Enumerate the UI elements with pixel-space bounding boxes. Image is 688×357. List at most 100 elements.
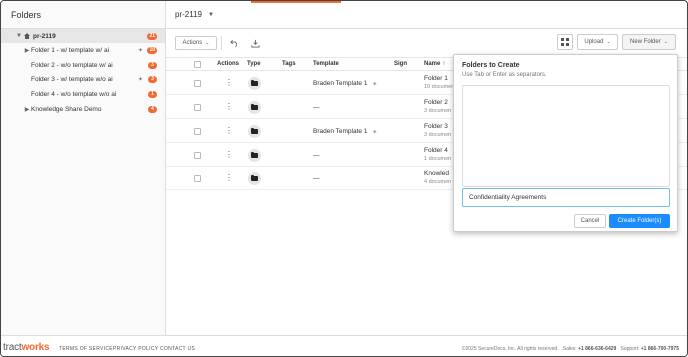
terms-of-service-link[interactable]: TERMS OF SERVICE: [59, 346, 113, 352]
tree-item-label: Knowledge Share Demo: [31, 105, 102, 113]
count-badge: 1: [148, 90, 157, 98]
toolbar-divider: [221, 36, 222, 50]
template-cell: —: [313, 152, 320, 159]
new-folder-button[interactable]: New Folder ⌄: [622, 34, 676, 50]
chevron-down-icon: ⌄: [205, 40, 210, 46]
column-header-type[interactable]: Type: [247, 61, 261, 67]
document-count: 1 documen: [424, 156, 452, 162]
row-checkbox[interactable]: [194, 104, 201, 111]
tree-item-label: Folder 1 - w/ template w/ ai: [31, 46, 110, 54]
undo-button[interactable]: [226, 36, 243, 50]
actions-button[interactable]: Actions ⌄: [175, 36, 217, 50]
folder-icon: [248, 125, 261, 138]
cancel-button[interactable]: Cancel: [574, 214, 606, 228]
tree-item-folder-2[interactable]: Folder 2 - w/o template w/ ai 3: [1, 58, 165, 72]
folder-icon: [248, 149, 261, 162]
download-icon: [251, 39, 260, 48]
template-cell: Braden Template 1: [313, 128, 368, 135]
chevron-down-icon: ⌄: [663, 39, 668, 45]
count-badge: 3: [148, 61, 157, 69]
folder-name-input[interactable]: Confidentiality Agreements: [462, 188, 670, 207]
caret-down-icon[interactable]: ▼: [15, 33, 23, 39]
column-header-tags[interactable]: Tags: [282, 61, 296, 67]
support-phone: +1 866-700-7975: [640, 346, 679, 352]
count-badge: 3: [148, 75, 157, 83]
tree-item-label: Folder 3 - w/ template w/o ai: [31, 75, 113, 83]
folder-icon: [248, 77, 261, 90]
kebab-menu-icon[interactable]: ⋮: [225, 103, 233, 111]
upload-label: Upload: [584, 39, 604, 45]
grid-icon: [561, 38, 569, 46]
count-badge: 10: [147, 46, 157, 54]
copyright-text: ©2025 SecureDocs, Inc. All rights reserv…: [461, 346, 559, 352]
create-folders-button[interactable]: Create Folder(s): [609, 214, 670, 228]
chevron-down-icon: ⌄: [606, 39, 611, 45]
row-checkbox[interactable]: [194, 128, 201, 135]
folder-names-textarea[interactable]: [462, 85, 670, 187]
new-folder-popover: Folders to Create Use Tab or Enter as se…: [453, 54, 678, 232]
upload-button[interactable]: Upload ⌄: [577, 34, 618, 50]
kebab-menu-icon[interactable]: ⋮: [225, 127, 233, 135]
column-header-name[interactable]: Name ↑: [424, 61, 445, 67]
logo-prefix: tract: [3, 342, 22, 353]
count-badge: 4: [148, 105, 157, 113]
tree-item-pr-2119[interactable]: ▼ pr-2119 21: [1, 29, 165, 43]
caret-right-icon[interactable]: ▶: [23, 106, 31, 113]
main-header: pr-2119 ▼: [166, 1, 687, 29]
actions-label: Actions: [182, 40, 203, 46]
sort-up-icon: ↑: [442, 61, 446, 67]
kebab-menu-icon[interactable]: ⋮: [225, 151, 233, 159]
new-folder-label: New Folder: [630, 39, 661, 45]
row-checkbox[interactable]: [194, 80, 201, 87]
sales-phone: +1 866-636-6429: [578, 346, 617, 352]
chevron-down-icon[interactable]: ▼: [208, 12, 214, 18]
kebab-menu-icon[interactable]: ⋮: [225, 79, 233, 87]
tree-item-label: Folder 4 - w/o template w/o ai: [31, 90, 117, 98]
document-count: 3 documen: [424, 132, 452, 138]
tree-item-label: pr-2119: [33, 32, 56, 40]
tree-item-folder-4[interactable]: Folder 4 - w/o template w/o ai 1: [1, 87, 165, 101]
count-badge: 21: [147, 32, 157, 40]
column-header-actions: Actions: [217, 61, 240, 67]
tree-item-knowledge-share[interactable]: ▶ Knowledge Share Demo 4: [1, 102, 165, 116]
breadcrumb[interactable]: pr-2119: [175, 10, 202, 19]
column-header-template[interactable]: Template: [313, 61, 339, 67]
ai-sparkle-icon: ✦: [372, 129, 378, 136]
folders-sidebar: Folders ▼ pr-2119 21 ▶ Folder 1 - w/ tem…: [1, 1, 166, 335]
app-window: Folders ▼ pr-2119 21 ▶ Folder 1 - w/ tem…: [0, 0, 688, 357]
download-button[interactable]: [247, 36, 264, 50]
tractworks-logo: tractworks: [3, 342, 50, 353]
sidebar-title: Folders: [1, 1, 165, 29]
privacy-policy-link[interactable]: PRIVACY POLICY: [113, 346, 158, 352]
select-all-checkbox[interactable]: [194, 61, 201, 68]
template-cell: —: [313, 104, 320, 111]
row-checkbox[interactable]: [194, 152, 201, 159]
caret-right-icon[interactable]: ▶: [23, 47, 31, 54]
folder-icon: [248, 172, 261, 185]
home-icon: [23, 32, 31, 40]
undo-icon: [230, 39, 238, 47]
kebab-menu-icon[interactable]: ⋮: [225, 174, 233, 182]
sales-label: Sales:: [562, 346, 577, 352]
document-count: 10 documen: [424, 84, 455, 90]
name-cell[interactable]: Folder 2: [424, 99, 448, 106]
column-header-sign[interactable]: Sign: [394, 61, 407, 67]
view-toggle-button[interactable]: [557, 34, 573, 50]
create-label: Create Folder(s): [617, 218, 662, 224]
footer-legal: ©2025 SecureDocs, Inc. All rights reserv…: [462, 346, 679, 352]
contact-us-link[interactable]: CONTACT US: [160, 346, 195, 352]
name-cell[interactable]: Folder 4: [424, 147, 448, 154]
popover-title: Folders to Create: [462, 62, 520, 69]
ai-sparkle-icon: ✦: [372, 81, 378, 88]
tree-item-folder-1[interactable]: ▶ Folder 1 - w/ template w/ ai ✦ 10: [1, 43, 165, 57]
name-cell[interactable]: Folder 3: [424, 123, 448, 130]
popover-hint: Use Tab or Enter as separators.: [462, 72, 547, 78]
cancel-label: Cancel: [580, 218, 600, 224]
ai-sparkle-icon: ✦: [137, 76, 143, 83]
ai-sparkle-icon: ✦: [137, 47, 143, 54]
footer: tractworks TERMS OF SERVICE PRIVACY POLI…: [1, 335, 687, 356]
name-cell[interactable]: Folder 1: [424, 75, 448, 82]
row-checkbox[interactable]: [194, 175, 201, 182]
name-cell[interactable]: Knowled: [424, 170, 449, 177]
tree-item-folder-3[interactable]: Folder 3 - w/ template w/o ai ✦ 3: [1, 72, 165, 86]
